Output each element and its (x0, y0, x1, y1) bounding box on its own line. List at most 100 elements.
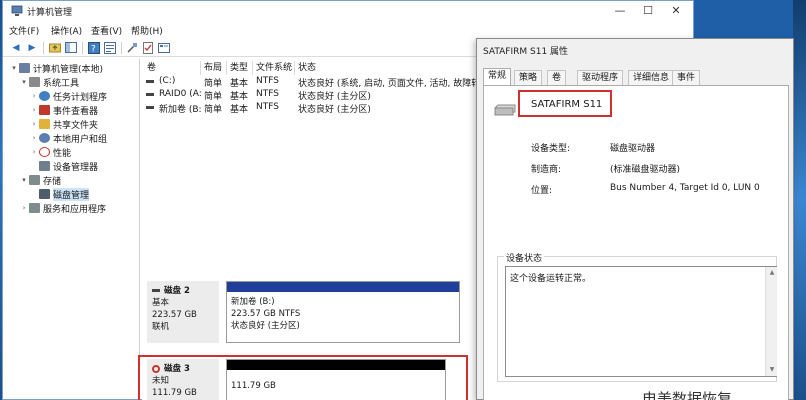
tab-driver[interactable]: 驱动程序 (577, 70, 624, 85)
toolbar-separator (82, 42, 83, 54)
storage-icon (29, 175, 40, 185)
toolbar-separator (121, 42, 122, 54)
field-label-location: 位置: (531, 186, 553, 196)
volume-filesystem: NTFS (256, 102, 279, 112)
close-button[interactable]: ✕ (662, 1, 690, 21)
column-header-type[interactable]: 类型 (227, 61, 253, 75)
expand-arrow-icon[interactable]: › (29, 106, 39, 114)
table-row[interactable]: 新加卷 (B:) 简单 基本 NTFS 状态良好 (主分区) (142, 102, 476, 115)
show-tree-icon[interactable] (64, 41, 78, 54)
up-folder-icon[interactable] (48, 41, 62, 54)
menu-action[interactable]: 操作(A) (51, 24, 82, 37)
column-header-filesystem[interactable]: 文件系统 (253, 61, 295, 75)
menu-help[interactable]: 帮助(H) (131, 24, 163, 37)
navigation-tree: ▾ 计算机管理(本地) ▾ 系统工具 › 任务计划程序 › 事件查看器 › 共享… (7, 59, 140, 400)
forward-arrow-icon[interactable]: ▶ (25, 41, 39, 54)
volume-list: 卷 布局 类型 文件系统 状态 (C:) 简单 基本 NTFS 状态良好 (系统… (142, 59, 476, 271)
view-list-icon[interactable] (157, 41, 171, 54)
expand-arrow-icon[interactable]: › (29, 148, 39, 156)
column-header-volume[interactable]: 卷 (144, 61, 201, 75)
collapse-arrow-icon[interactable]: ▾ (19, 176, 29, 184)
tree-item-storage[interactable]: ▾ 存储 (19, 173, 61, 187)
volume-status: 状态良好 (主分区) (298, 92, 371, 102)
maximize-button[interactable]: ☐ (634, 1, 662, 21)
dialog-title: SATAFIRM S11 属性 (483, 47, 569, 57)
volume-type: 基本 (230, 79, 249, 89)
tree-item-label: 本地用户和组 (53, 134, 108, 145)
users-icon (39, 133, 50, 143)
table-row[interactable]: RAID0 (A:) 简单 基本 NTFS 状态良好 (主分区) (142, 89, 476, 102)
dialog-tabs: 常规 策略 卷 驱动程序 详细信息 事件 (483, 68, 789, 85)
column-header-status[interactable]: 状态 (295, 61, 476, 75)
column-header-layout[interactable]: 布局 (201, 61, 227, 75)
tab-policies[interactable]: 策略 (514, 70, 543, 85)
computer-management-icon (11, 5, 23, 16)
device-status-textbox[interactable]: 这个设备运转正常。 ▲ ▼ (505, 266, 777, 377)
back-arrow-icon[interactable]: ◀ (9, 41, 23, 54)
collapse-arrow-icon[interactable]: ▾ (9, 64, 19, 72)
tree-item-event-viewer[interactable]: › 事件查看器 (29, 103, 98, 117)
tools-icon (29, 77, 40, 87)
performance-icon (39, 147, 50, 157)
watermark-text: 电美数据恢复 (642, 390, 733, 400)
tree-item-task-scheduler[interactable]: › 任务计划程序 (29, 89, 107, 103)
highlight-box-device-name (518, 90, 612, 117)
tree-item-local-users[interactable]: › 本地用户和组 (29, 131, 107, 145)
connect-icon[interactable] (125, 41, 139, 54)
status-scrollbar[interactable]: ▲ ▼ (765, 267, 777, 376)
volume-icon (146, 93, 154, 96)
shared-folder-icon (39, 119, 50, 129)
tree-item-performance[interactable]: › 性能 (29, 145, 71, 159)
checklist-icon[interactable] (141, 41, 155, 54)
tree-item-label: 任务计划程序 (53, 92, 108, 103)
tab-general[interactable]: 常规 (483, 68, 512, 85)
services-icon (29, 203, 40, 213)
scroll-down-icon[interactable]: ▼ (766, 366, 778, 373)
tree-item-label: 磁盘管理 (53, 187, 90, 201)
expand-arrow-icon[interactable]: › (29, 92, 39, 100)
computer-icon (19, 63, 30, 73)
tree-item-label: 计算机管理(本地) (33, 64, 104, 75)
minimize-button[interactable]: — (606, 1, 634, 21)
volume-type: 基本 (230, 92, 249, 102)
tree-item-label: 共享文件夹 (53, 120, 99, 131)
disk-icon (152, 289, 160, 292)
tree-item-label: 服务和应用程序 (43, 204, 107, 215)
properties-icon[interactable] (103, 41, 117, 54)
svg-text:?: ? (91, 44, 96, 54)
tree-item-disk-management[interactable]: 磁盘管理 (29, 187, 90, 201)
tree-item-device-manager[interactable]: 设备管理器 (29, 159, 98, 173)
window-title: 计算机管理 (27, 8, 73, 18)
expand-arrow-icon[interactable]: › (29, 120, 39, 128)
scroll-up-icon[interactable]: ▲ (766, 269, 778, 276)
tab-volumes[interactable]: 卷 (547, 70, 567, 85)
disk-2-label[interactable]: 磁盘 2 基本 223.57 GB 联机 (147, 281, 219, 343)
expand-arrow-icon[interactable]: › (29, 134, 39, 142)
partition-bar (227, 282, 459, 292)
field-label-device-type: 设备类型: (531, 144, 571, 154)
menu-file[interactable]: 文件(F) (9, 24, 39, 37)
device-status-legend: 设备状态 (504, 251, 545, 264)
menu-view[interactable]: 查看(V) (91, 24, 122, 37)
tree-item-shared-folders[interactable]: › 共享文件夹 (29, 117, 98, 131)
event-viewer-icon (39, 105, 50, 115)
table-row[interactable]: (C:) 简单 基本 NTFS 状态良好 (系统, 启动, 页面文件, 活动, … (142, 76, 476, 89)
disk-map: 磁盘 2 基本 223.57 GB 联机 新加卷 (B:) 223.57 GB … (138, 273, 476, 400)
volume-name: 新加卷 (B:) (159, 105, 201, 115)
volume-name: (C:) (159, 76, 176, 86)
volume-layout: 简单 (204, 92, 223, 102)
tab-events[interactable]: 事件 (672, 70, 701, 85)
partition-status: 状态良好 (主分区) (231, 321, 300, 331)
tree-item-computer-management[interactable]: ▾ 计算机管理(本地) (9, 61, 103, 75)
tree-item-services-apps[interactable]: › 服务和应用程序 (19, 201, 106, 215)
tree-item-system-tools[interactable]: ▾ 系统工具 (19, 75, 79, 89)
help-icon[interactable]: ? (87, 41, 101, 54)
expand-arrow-icon[interactable]: › (19, 204, 29, 212)
tab-details[interactable]: 详细信息 (628, 70, 675, 85)
disk-status: 联机 (152, 322, 170, 332)
volume-filesystem: NTFS (256, 89, 279, 99)
device-status-text: 这个设备运转正常。 (510, 274, 592, 284)
collapse-arrow-icon[interactable]: ▾ (19, 78, 29, 86)
field-value-manufacturer: (标准磁盘驱动器) (610, 165, 681, 175)
partition-b[interactable]: 新加卷 (B:) 223.57 GB NTFS 状态良好 (主分区) (226, 281, 460, 343)
